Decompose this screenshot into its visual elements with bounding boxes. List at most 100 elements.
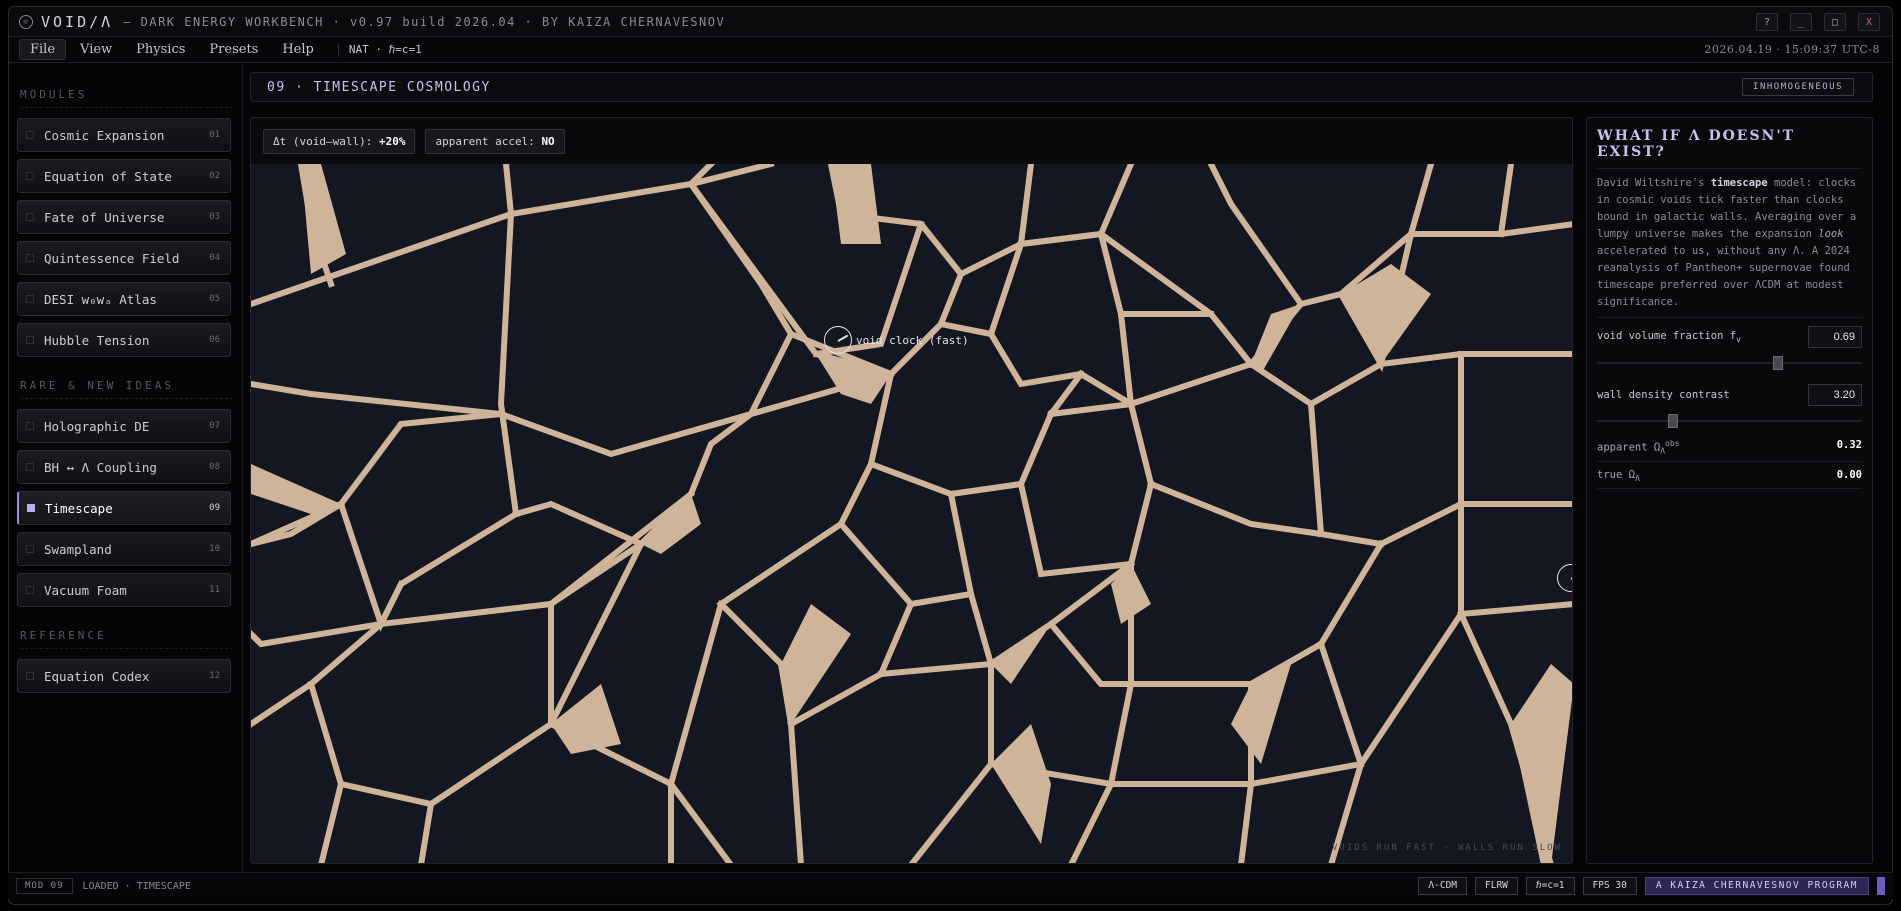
readout-value: 0.00 (1836, 468, 1862, 481)
sim-footnote: VOIDS RUN FAST · WALLS RUN SLOW (1332, 843, 1562, 853)
wall-clock-marker[interactable] (1557, 564, 1572, 592)
nav-item-bh-lambda-coupling[interactable]: BH ↔ Λ Coupling 08 (17, 450, 231, 484)
readout-value: 0.32 (1836, 439, 1862, 451)
nav-item-holographic-de[interactable]: Holographic DE 07 (17, 409, 231, 443)
chip-value: NO (541, 134, 555, 148)
param-wall-contrast: wall density contrast (1597, 384, 1862, 406)
nav-number: 04 (209, 253, 220, 263)
nav-label: Fate of Universe (44, 209, 165, 225)
sim-toolbar: Δt (void–wall): +20% apparent accel: NO (251, 118, 1572, 164)
cosmic-web-canvas[interactable] (251, 164, 1573, 864)
nav-item-equation-of-state[interactable]: Equation of State 02 (17, 159, 231, 193)
nav-number: 03 (209, 212, 220, 222)
slider-thumb[interactable] (1772, 356, 1783, 370)
module-header: 09 · TIMESCAPE COSMOLOGY INHOMOGENEOUS (250, 72, 1873, 102)
menu-physics[interactable]: Physics (126, 40, 195, 59)
minimize-button[interactable]: _ (1790, 13, 1812, 31)
nav-label: Quintessence Field (44, 250, 180, 266)
readout-true-omega: true ΩΛ 0.00 (1597, 462, 1862, 489)
nav-label: Hubble Tension (44, 332, 150, 348)
nav-item-quintessence-field[interactable]: Quintessence Field 04 (17, 241, 231, 275)
info-text-italic: look (1818, 228, 1844, 240)
wall-contrast-input[interactable] (1808, 384, 1862, 406)
nav-label: Holographic DE (44, 418, 150, 434)
void-logo-icon (19, 14, 33, 29)
nav-number: 02 (209, 171, 220, 181)
slider-track (1597, 420, 1862, 422)
nav-number: 10 (209, 544, 220, 554)
nav-item-hubble-tension[interactable]: Hubble Tension 06 (17, 323, 231, 357)
param-label: wall density contrast (1597, 389, 1730, 401)
nav-label: BH ↔ Λ Coupling (44, 459, 157, 475)
info-panel: WHAT IF Λ DOESN'T EXIST? David Wiltshire… (1586, 117, 1873, 864)
module-title: 09 · TIMESCAPE COSMOLOGY (267, 79, 491, 95)
close-button[interactable]: X (1858, 13, 1880, 31)
nav-label: Swampland (44, 541, 112, 557)
readout-label: true ΩΛ (1597, 469, 1640, 483)
nav-number: 09 (209, 503, 220, 513)
nav-item-fate-of-universe[interactable]: Fate of Universe 03 (17, 200, 231, 234)
nav-label: Timescape (45, 500, 113, 516)
status-chip-units[interactable]: ℏ=c=1 (1525, 877, 1575, 895)
nav-bullet-icon (26, 586, 34, 594)
status-loaded: LOADED · TIMESCAPE (82, 880, 191, 892)
nav-number: 07 (209, 421, 220, 431)
nav-bullet-icon (26, 131, 34, 139)
help-button[interactable]: ? (1756, 13, 1778, 31)
void-clock-icon (824, 326, 852, 354)
nav-label: Equation of State (44, 168, 172, 184)
clock-hand (837, 334, 848, 342)
nav-label: DESI w₀wₐ Atlas (44, 291, 157, 307)
nav-label: Vacuum Foam (44, 582, 127, 598)
readout-label: apparent ΩΛobs (1597, 439, 1680, 456)
program-brand: A KAIZA CHERNAVESNOV PROGRAM (1644, 877, 1869, 895)
menu-bar: File View Physics Presets Help NAT · ℏ=c… (9, 37, 1892, 63)
menu-view[interactable]: View (70, 40, 122, 59)
nav-item-timescape[interactable]: Timescape 09 (17, 491, 231, 525)
chip-label: Δt (void–wall): (273, 134, 379, 148)
nav-item-equation-codex[interactable]: Equation Codex 12 (17, 659, 231, 693)
nav-bullet-icon (26, 172, 34, 180)
void-fraction-input[interactable] (1808, 326, 1862, 348)
status-accent (1877, 877, 1885, 895)
nav-item-cosmic-expansion[interactable]: Cosmic Expansion 01 (17, 118, 231, 152)
menu-help[interactable]: Help (272, 40, 324, 59)
apparent-accel-chip: apparent accel: NO (425, 128, 565, 154)
slider-thumb[interactable] (1668, 414, 1679, 428)
section-title-reference: REFERENCE (20, 629, 233, 649)
info-text-emphasis: timescape (1710, 177, 1768, 189)
readout-apparent-omega: apparent ΩΛobs 0.32 (1597, 432, 1862, 462)
chip-label: apparent accel: (435, 134, 542, 148)
wall-clock-icon (1557, 564, 1572, 592)
nav-item-vacuum-foam[interactable]: Vacuum Foam 11 (17, 573, 231, 607)
info-text-part: accelerated to us, without any Λ. A 2024… (1597, 245, 1850, 308)
nav-bullet-icon (26, 672, 34, 680)
clock-hand (1570, 572, 1572, 580)
nav-number: 11 (209, 585, 220, 595)
status-chip-lcdm[interactable]: Λ-CDM (1418, 877, 1468, 895)
units-indicator: NAT · ℏ=c=1 (348, 43, 422, 56)
title-bar: VOID/Λ – DARK ENERGY WORKBENCH · v0.97 b… (9, 7, 1892, 37)
menu-divider (337, 42, 339, 57)
void-fraction-slider[interactable] (1597, 354, 1862, 372)
param-void-fraction: void volume fraction fv (1597, 326, 1862, 348)
nav-number: 05 (209, 294, 220, 304)
maximize-button[interactable]: □ (1824, 13, 1846, 31)
status-chip-flrw[interactable]: FLRW (1475, 877, 1518, 895)
wall-contrast-slider[interactable] (1597, 412, 1862, 430)
void-clock-marker[interactable]: void clock (fast) (824, 326, 969, 354)
model-badge: INHOMOGENEOUS (1742, 78, 1854, 96)
param-label-sub: v (1736, 335, 1741, 345)
nav-item-swampland[interactable]: Swampland 10 (17, 532, 231, 566)
nav-bullet-icon (26, 422, 34, 430)
menu-file[interactable]: File (19, 39, 67, 60)
nav-bullet-icon (26, 336, 34, 344)
app-name: VOID/Λ (41, 12, 114, 31)
nav-number: 12 (209, 671, 220, 681)
nav-item-desi-atlas[interactable]: DESI w₀wₐ Atlas 05 (17, 282, 231, 316)
status-bar: MOD 09 LOADED · TIMESCAPE Λ-CDM FLRW ℏ=c… (8, 872, 1893, 899)
menu-presets[interactable]: Presets (199, 40, 268, 59)
readout-sub: Λ (1634, 473, 1640, 483)
nav-bullet-icon (27, 504, 35, 512)
nav-number: 08 (209, 462, 220, 472)
